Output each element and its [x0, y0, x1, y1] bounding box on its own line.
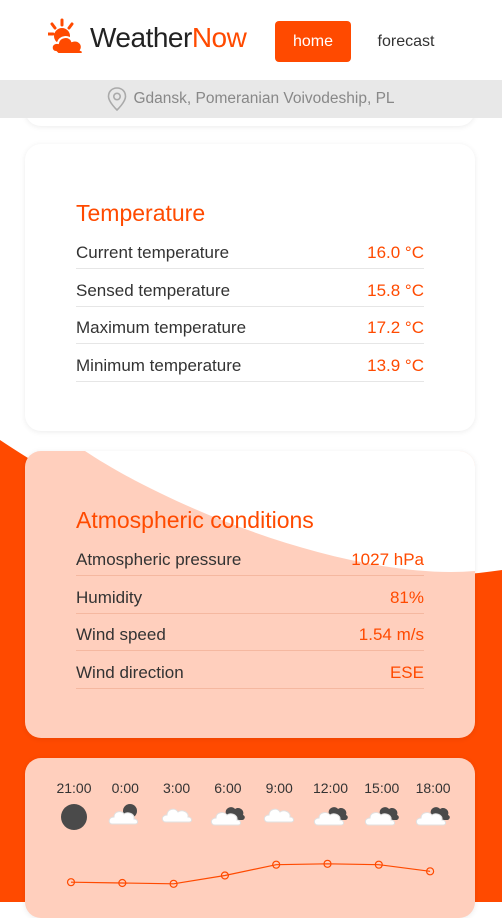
brand-name: WeatherNow [90, 22, 247, 53]
hour-item: 15:00 [359, 780, 405, 831]
row-value: 1027 hPa [351, 550, 424, 569]
row-label: Sensed temperature [76, 281, 231, 300]
app-header: WeatherNow home forecast [0, 0, 502, 80]
row-label: Current temperature [76, 243, 230, 262]
row-label: Humidity [76, 588, 143, 607]
row-value: 1.54 m/s [358, 625, 424, 644]
hour-item: 18:00 [410, 780, 456, 831]
cloud-night-icon [102, 802, 148, 829]
hour-time: 0:00 [111, 780, 139, 796]
nav-home-button[interactable]: home [275, 21, 351, 62]
hour-time: 18:00 [415, 780, 451, 796]
hourly-forecast-card: 21:00 0:00 3:00 6:00 9:00 12:00 15:00 18:00 [25, 758, 475, 918]
row-value: 13.9 °C [367, 356, 424, 375]
location-text: Gdansk, Pomeranian Voivodeship, PL [133, 90, 395, 107]
hour-time: 3:00 [162, 780, 191, 796]
atmospheric-row: Humidity 81% [76, 583, 424, 614]
hour-time: 15:00 [364, 780, 400, 796]
hourly-strip: 21:00 0:00 3:00 6:00 9:00 12:00 15:00 18:00 [51, 780, 451, 830]
clouds-icon [410, 802, 456, 831]
hour-time: 21:00 [56, 780, 92, 796]
row-label: Wind speed [76, 625, 166, 644]
clouds-icon [205, 802, 251, 831]
temperature-title: Temperature [76, 200, 206, 226]
row-value: 16.0 °C [367, 243, 424, 262]
temperature-card: Temperature Current temperature 16.0 °C … [25, 144, 475, 431]
row-label: Atmospheric pressure [76, 550, 242, 569]
row-value: 15.8 °C [367, 281, 424, 300]
hour-item: 0:00 [102, 780, 148, 829]
row-label: Wind direction [76, 663, 184, 682]
hour-item: 6:00 [205, 780, 251, 831]
hour-item: 21:00 [51, 780, 97, 835]
atmospheric-row: Wind direction ESE [76, 658, 424, 689]
location-bar: Gdansk, Pomeranian Voivodeship, PL [0, 80, 502, 118]
hour-item: 12:00 [308, 780, 354, 831]
atmospheric-row: Atmospheric pressure 1027 hPa [76, 545, 424, 576]
temperature-line-chart [66, 859, 435, 888]
temperature-row: Minimum temperature 13.9 °C [76, 351, 424, 382]
hour-time: 9:00 [265, 780, 293, 796]
row-label: Minimum temperature [76, 356, 242, 375]
cloud-icon [256, 802, 302, 829]
row-value: ESE [389, 663, 424, 682]
temperature-row: Maximum temperature 17.2 °C [76, 313, 424, 344]
clouds-icon [359, 802, 405, 831]
hour-item: 9:00 [256, 780, 302, 829]
row-value: 81% [389, 588, 424, 607]
row-value: 17.2 °C [367, 318, 424, 337]
clouds-icon [308, 802, 354, 831]
temperature-row: Sensed temperature 15.8 °C [76, 276, 424, 307]
sun-cloud-logo-icon [48, 18, 84, 55]
nav-forecast-link[interactable]: forecast [365, 21, 447, 62]
temperature-row: Current temperature 16.0 °C [76, 238, 424, 269]
hour-time: 12:00 [312, 780, 349, 796]
moon-icon [51, 802, 97, 835]
location-pin-icon [108, 87, 127, 111]
hour-item: 3:00 [154, 780, 200, 829]
row-label: Maximum temperature [76, 318, 247, 337]
atmospheric-card: Atmospheric conditions Atmospheric press… [25, 451, 475, 738]
cloud-icon [154, 802, 200, 829]
atmospheric-row: Wind speed 1.54 m/s [76, 620, 424, 651]
hour-time: 6:00 [214, 780, 242, 796]
atmospheric-title: Atmospheric conditions [76, 507, 314, 533]
brand-logo[interactable]: WeatherNow [48, 18, 247, 58]
